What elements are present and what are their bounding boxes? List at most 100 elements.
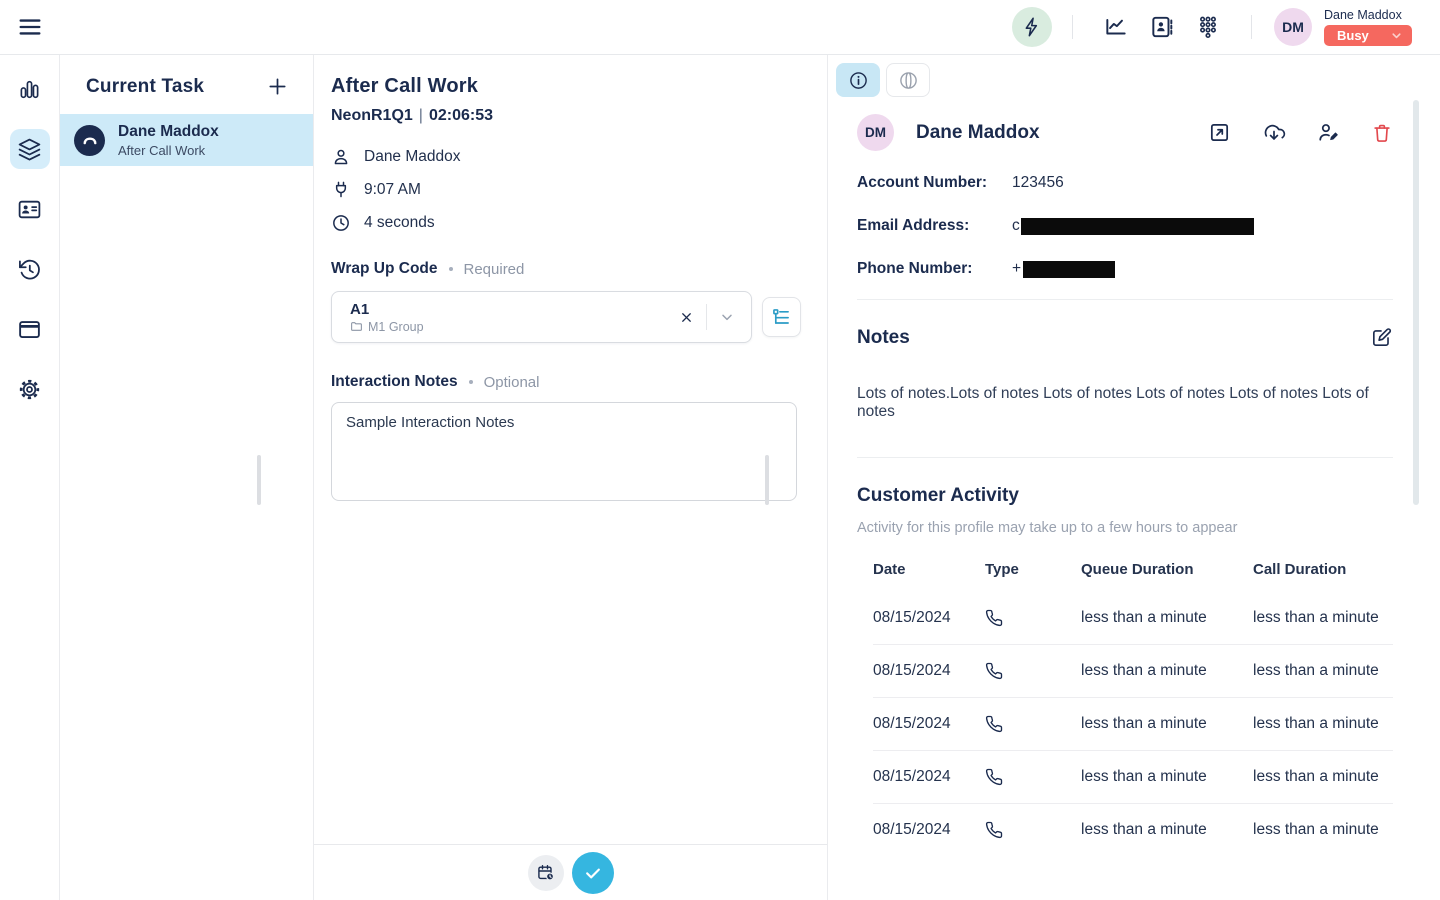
main-area: Current Task Dane Maddox After Call Work… [0, 55, 1440, 900]
dialpad-icon [1195, 14, 1221, 40]
table-row: 08/15/2024 less than a minute less than … [873, 644, 1393, 697]
acw-title: After Call Work [331, 75, 801, 98]
queue-name: NeonR1Q1 [331, 107, 413, 124]
phone-row: Phone Number: + [857, 260, 1393, 278]
section-divider [857, 457, 1393, 458]
after-call-work-panel: After Call Work NeonR1Q1|02:06:53 Dane M… [314, 55, 828, 900]
complete-acw-button[interactable] [572, 852, 614, 894]
acw-duration: 4 seconds [364, 214, 435, 232]
open-profile-button[interactable] [1208, 121, 1231, 144]
wrapup-dropdown-toggle[interactable] [713, 303, 741, 331]
separator: | [419, 107, 423, 124]
chevron-down-icon [719, 309, 735, 325]
cell-call-duration: less than a minute [1253, 662, 1393, 680]
clock-icon [331, 213, 351, 233]
phone-value-prefix: + [1012, 260, 1021, 278]
activity-title: Customer Activity [857, 485, 1393, 507]
hamburger-icon [16, 13, 46, 41]
combo-divider [706, 304, 707, 330]
bullet-dot [449, 267, 453, 271]
person-edit-icon [1317, 121, 1340, 144]
gear-icon [17, 377, 42, 402]
cell-queue-duration: less than a minute [1081, 609, 1253, 627]
profile-avatar: DM [857, 114, 894, 151]
task-list-item[interactable]: Dane Maddox After Call Work [60, 114, 313, 166]
sidebar-item-interactions[interactable] [10, 129, 50, 169]
sidebar-item-history[interactable] [10, 249, 50, 289]
navigation-rail [0, 55, 60, 900]
check-icon [583, 863, 603, 883]
call-type-icon [985, 715, 1081, 733]
notes-requirement: Optional [484, 374, 540, 391]
schedule-callback-button[interactable] [528, 855, 564, 891]
acw-footer [314, 844, 827, 900]
status-label: Busy [1337, 28, 1369, 43]
panel-resize-handle-left[interactable] [257, 455, 261, 505]
wrapup-code-select[interactable]: A1 M1 Group [331, 291, 752, 343]
performance-button[interactable] [1096, 9, 1136, 45]
sidebar-item-contacts[interactable] [10, 189, 50, 229]
start-time-row: 9:07 AM [331, 180, 801, 200]
call-type-icon [985, 821, 1081, 839]
interactions-button[interactable] [1012, 7, 1052, 47]
hamburger-menu-button[interactable] [16, 12, 46, 42]
plug-icon [331, 180, 351, 200]
clear-wrapup-button[interactable] [673, 304, 700, 331]
account-number-label: Account Number: [857, 174, 1012, 192]
tab-profile-info[interactable] [836, 63, 880, 97]
profile-tabs [836, 63, 1393, 97]
folder-icon [350, 320, 363, 333]
cell-date: 08/15/2024 [873, 662, 985, 680]
wrapup-label: Wrap Up Code [331, 260, 438, 278]
interaction-notes-label: Interaction Notes [331, 373, 458, 391]
cell-date: 08/15/2024 [873, 768, 985, 786]
plus-icon [266, 75, 289, 98]
user-name: Dane Maddox [1324, 8, 1402, 22]
table-row: 08/15/2024 less than a minute less than … [873, 803, 1393, 856]
close-icon [679, 310, 694, 325]
cell-call-duration: less than a minute [1253, 821, 1393, 839]
redacted-phone [1023, 261, 1115, 278]
duration-row: 4 seconds [331, 213, 801, 233]
external-link-icon [1208, 121, 1231, 144]
status-dropdown[interactable]: Busy [1324, 25, 1412, 46]
delete-contact-button[interactable] [1371, 122, 1393, 144]
table-row: 08/15/2024 less than a minute less than … [873, 591, 1393, 644]
task-panel-title: Current Task [86, 76, 204, 98]
account-number-row: Account Number: 123456 [857, 174, 1393, 192]
dialpad-button[interactable] [1188, 9, 1228, 45]
chevron-down-icon [1390, 29, 1403, 42]
section-divider [857, 299, 1393, 300]
sidebar-item-apps[interactable] [10, 309, 50, 349]
cell-call-duration: less than a minute [1253, 609, 1393, 627]
cell-date: 08/15/2024 [873, 715, 985, 733]
cell-queue-duration: less than a minute [1081, 768, 1253, 786]
call-type-icon [985, 662, 1081, 680]
person-icon [331, 147, 351, 167]
interaction-notes-input[interactable]: Sample Interaction Notes [331, 402, 797, 501]
sidebar-item-settings[interactable] [10, 369, 50, 409]
panel-resize-handle-right[interactable] [765, 455, 769, 505]
lightning-icon [1021, 16, 1043, 38]
sidebar-item-performance[interactable] [10, 69, 50, 109]
user-avatar[interactable]: DM [1274, 8, 1312, 46]
browser-window-icon [17, 317, 42, 342]
redacted-email [1021, 218, 1254, 235]
cell-queue-duration: less than a minute [1081, 715, 1253, 733]
add-task-button[interactable] [266, 75, 289, 98]
contact-name: Dane Maddox [364, 148, 461, 166]
save-contact-button[interactable] [1262, 121, 1286, 145]
directory-button[interactable] [1142, 9, 1182, 45]
bullet-dot [469, 380, 473, 384]
browse-wrapup-codes-button[interactable] [762, 297, 801, 337]
scrollbar-thumb[interactable] [1413, 100, 1419, 505]
calendar-clock-icon [536, 863, 556, 883]
phone-handset-icon [81, 131, 99, 149]
profile-name: Dane Maddox [916, 122, 1040, 144]
tab-insights[interactable] [886, 63, 930, 97]
top-bar: DM Dane Maddox Busy [0, 0, 1440, 55]
edit-notes-button[interactable] [1370, 326, 1393, 349]
edit-contact-button[interactable] [1317, 121, 1340, 144]
cell-date: 08/15/2024 [873, 609, 985, 627]
topbar-divider [1251, 15, 1252, 39]
